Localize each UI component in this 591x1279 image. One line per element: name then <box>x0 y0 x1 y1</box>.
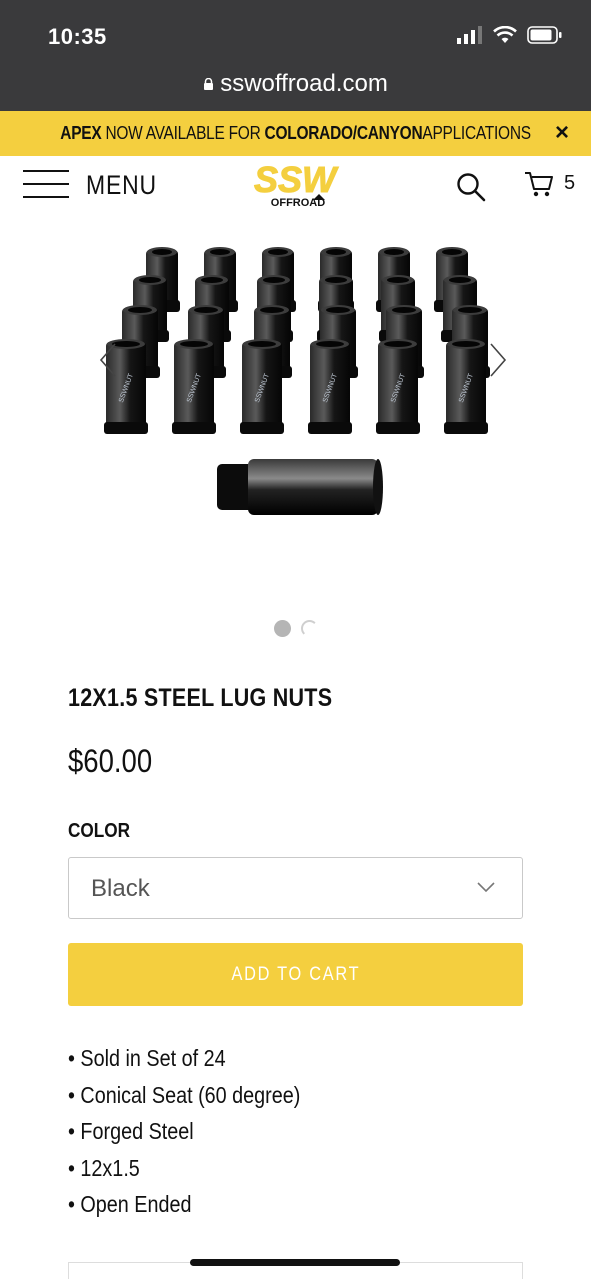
feature-list: • Sold in Set of 24 • Conical Seat (60 d… <box>68 1040 338 1223</box>
cart-icon <box>525 172 553 197</box>
color-select[interactable]: Black <box>68 857 523 919</box>
gallery-pagination <box>0 620 591 637</box>
promo-banner: APEX NOW AVAILABLE FOR COLORADO/CANYONAP… <box>0 111 591 156</box>
ssw-offroad-logo[interactable]: SSW OFFROAD <box>246 162 344 208</box>
search-icon[interactable] <box>456 172 486 202</box>
gallery-dot-2[interactable] <box>300 620 318 637</box>
product-gallery[interactable]: SSWNUT SSWNUT SSWNUT SSWNUT SSWNUT SSWNUT <box>0 226 591 616</box>
product-price: $60.00 <box>68 743 153 779</box>
add-to-cart-label: ADD TO CART <box>231 963 360 985</box>
svg-text:SSW: SSW <box>254 162 339 200</box>
product-image: SSWNUT SSWNUT SSWNUT SSWNUT SSWNUT SSWNUT <box>104 247 490 515</box>
home-indicator <box>190 1259 400 1266</box>
chevron-down-icon <box>477 882 495 893</box>
status-icons <box>457 26 563 44</box>
cart-count-badge: 5 <box>564 172 576 194</box>
feature-item: • Open Ended <box>68 1191 192 1217</box>
promo-text[interactable]: APEX NOW AVAILABLE FOR COLORADO/CANYONAP… <box>60 123 531 144</box>
product-title: 12X1.5 STEEL LUG NUTS <box>68 684 333 712</box>
url-text: sswoffroad.com <box>220 70 388 97</box>
promo-text-end: APPLICATIONS <box>422 123 531 143</box>
lug-nut: SSWNUT <box>308 339 352 434</box>
battery-icon <box>527 26 562 44</box>
promo-text-mid: NOW AVAILABLE FOR <box>101 123 265 143</box>
lug-nut: SSWNUT <box>240 339 284 434</box>
signal-icon <box>457 26 482 44</box>
promo-bold-vehicles: COLORADO/CANYON <box>264 123 423 143</box>
feature-item: • Forged Steel <box>68 1118 194 1144</box>
lug-key-tool <box>217 459 383 515</box>
lug-nut: SSWNUT <box>376 339 420 434</box>
cart-button[interactable]: 5 <box>524 170 578 200</box>
lug-nut: SSWNUT <box>444 339 488 434</box>
site-header: MENU SSW OFFROAD 5 <box>0 156 591 218</box>
color-label: COLOR <box>68 820 131 842</box>
hamburger-icon[interactable] <box>23 170 69 200</box>
color-select-value: Black <box>91 875 150 902</box>
wifi-icon <box>493 26 517 43</box>
status-time: 10:35 <box>48 24 107 49</box>
gallery-dot-1[interactable] <box>273 620 291 637</box>
chevron-right-icon[interactable] <box>488 342 508 378</box>
add-to-cart-button[interactable]: ADD TO CART <box>68 943 523 1006</box>
address-bar[interactable]: sswoffroad.com <box>0 70 591 98</box>
feature-item: • Sold in Set of 24 <box>68 1045 226 1071</box>
svg-text:OFFROAD: OFFROAD <box>271 197 325 208</box>
feature-item: • Conical Seat (60 degree) <box>68 1081 301 1108</box>
lock-icon <box>204 78 214 90</box>
promo-bold-apex: APEX <box>60 123 102 143</box>
close-banner-button[interactable]: × <box>549 120 575 146</box>
feature-item: • 12x1.5 <box>68 1154 140 1181</box>
lug-nut: SSWNUT <box>172 339 216 434</box>
browser-chrome: 10:35 sswoffroad.com <box>0 0 591 111</box>
menu-button[interactable]: MENU <box>86 170 157 201</box>
chevron-left-icon[interactable] <box>98 342 118 378</box>
